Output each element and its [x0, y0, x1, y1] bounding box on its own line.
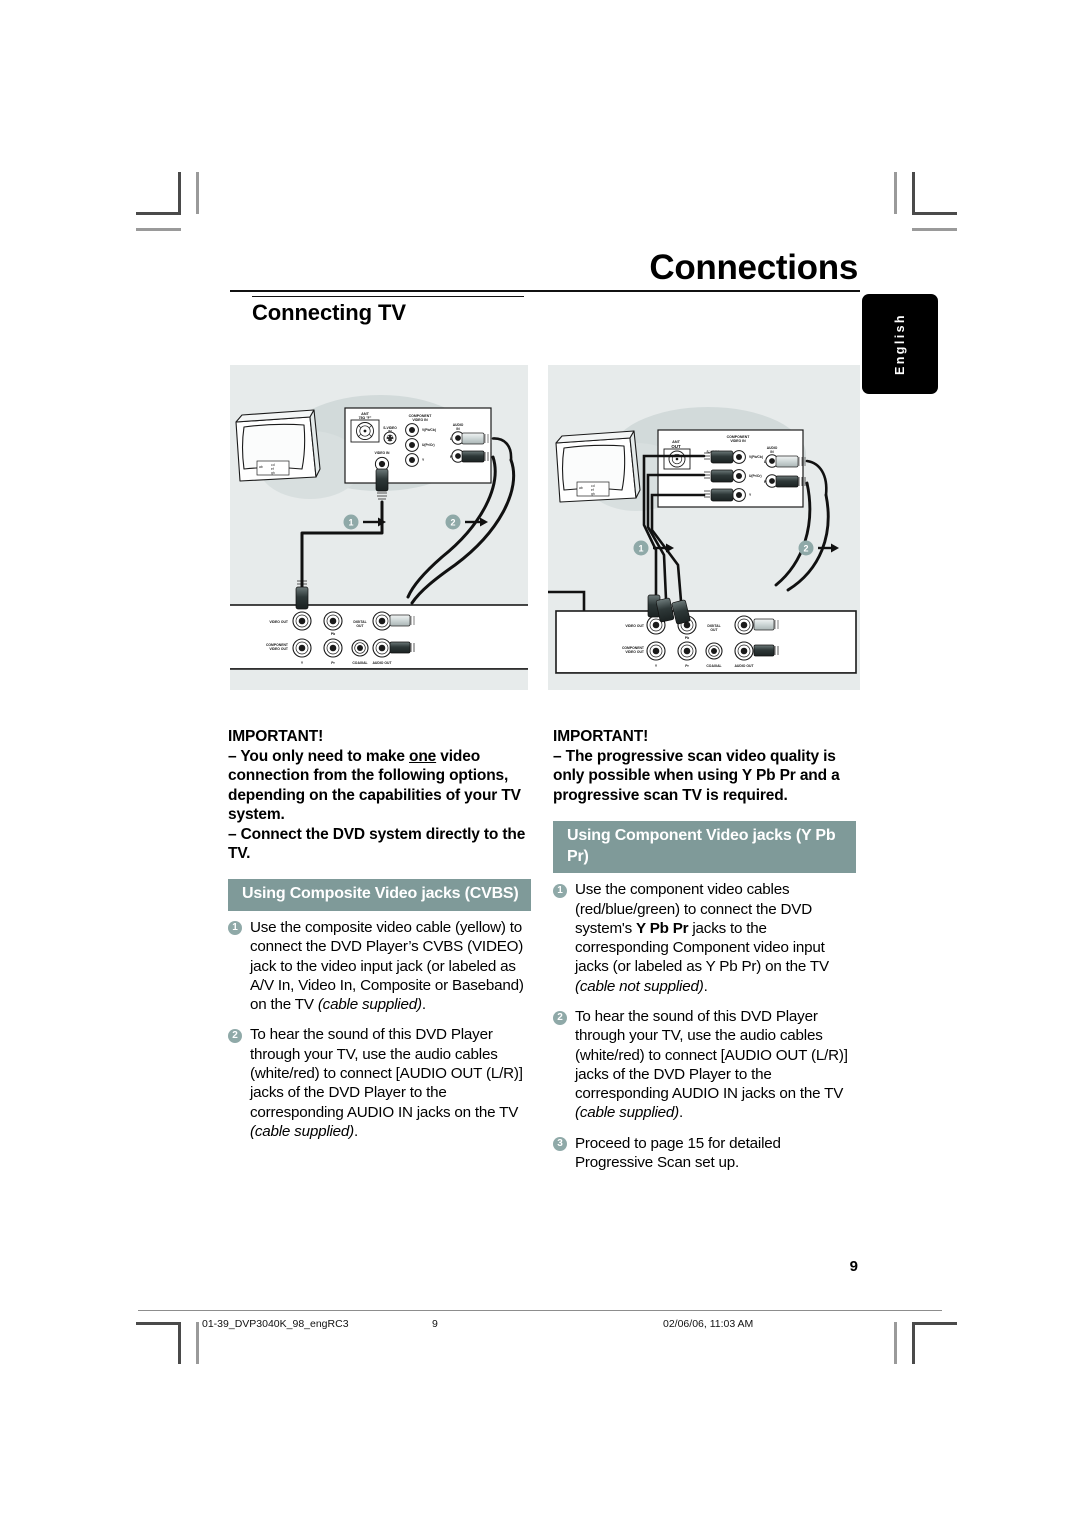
step-badge: 1	[553, 883, 567, 898]
list-item: 2 To hear the sound of this DVD Player t…	[228, 1025, 531, 1141]
section-rule	[252, 296, 524, 297]
step-badge: 2	[228, 1028, 242, 1043]
composite-video-connection-diagram: ab cd ef gh ANT 75Ω "F" S-VIDEO IN COMPO…	[230, 365, 528, 690]
svg-text:V(Pb/Cb): V(Pb/Cb)	[749, 455, 763, 459]
step-badge: 1	[228, 921, 242, 936]
crop-mark-top-right-vertical	[912, 172, 915, 214]
svg-text:R: R	[450, 455, 453, 459]
step-text: To hear the sound of this DVD Player thr…	[575, 1008, 848, 1122]
crop-mark-bottom-right-horizontal	[912, 1322, 957, 1325]
svg-text:COAXIAL: COAXIAL	[706, 664, 721, 668]
svg-text:ab: ab	[579, 486, 583, 490]
svg-text:AUDIO OUT: AUDIO OUT	[734, 664, 754, 668]
svg-text:gh: gh	[591, 492, 595, 496]
svg-text:2: 2	[803, 544, 808, 554]
crop-mark-top-right-bar-horizontal	[912, 228, 957, 231]
page-number: 9	[849, 1258, 858, 1275]
svg-text:VIDEO IN: VIDEO IN	[375, 451, 390, 455]
step-text: Use the component video cables (red/blue…	[575, 881, 829, 995]
steps-list-left: 1 Use the composite video cable (yellow)…	[228, 918, 531, 1141]
crop-mark-bottom-left-horizontal	[136, 1322, 181, 1325]
svg-text:VIDEO OUT: VIDEO OUT	[269, 620, 289, 624]
footer-rule	[138, 1310, 942, 1311]
svg-text:1: 1	[638, 544, 643, 554]
svg-text:Pb: Pb	[331, 632, 335, 636]
step-badge: 2	[553, 1010, 567, 1025]
section-bar-composite: Using Composite Video jacks (CVBS)	[228, 879, 531, 911]
important-line-left-2: – Connect the DVD system directly to the…	[228, 825, 526, 863]
svg-text:OUT: OUT	[710, 628, 718, 632]
list-item: 3 Proceed to page 15 for detailed Progre…	[553, 1134, 856, 1173]
svg-text:OUT: OUT	[356, 624, 364, 628]
language-tab: English	[862, 294, 938, 394]
svg-text:VIDEO OUT: VIDEO OUT	[269, 647, 289, 651]
crop-mark-top-left-bar-vertical	[196, 172, 199, 214]
chapter-title: Connections	[649, 248, 858, 287]
language-tab-label: English	[893, 313, 907, 375]
section-title: Connecting TV	[252, 300, 406, 325]
svg-text:VIDEO IN: VIDEO IN	[730, 439, 746, 443]
left-text-column: IMPORTANT! – You only need to make one v…	[228, 728, 531, 1152]
document-page: Connections Connecting TV English ab cd …	[0, 0, 1080, 1528]
important-heading-right: IMPORTANT!	[553, 728, 649, 745]
svg-text:2: 2	[450, 518, 455, 528]
list-item: 1 Use the composite video cable (yellow)…	[228, 918, 531, 1014]
svg-text:AUDIO OUT: AUDIO OUT	[372, 661, 392, 665]
crop-mark-top-right-horizontal	[912, 212, 957, 215]
footer-timestamp: 02/06/06, 11:03 AM	[663, 1318, 754, 1330]
section-bar-component: Using Component Video jacks (Y Pb Pr)	[553, 821, 856, 874]
footer-page: 9	[432, 1318, 438, 1330]
svg-text:gh: gh	[271, 471, 275, 475]
svg-text:OUT: OUT	[671, 444, 681, 449]
crop-mark-bottom-left-vertical	[178, 1322, 181, 1364]
step-text: To hear the sound of this DVD Player thr…	[250, 1026, 523, 1140]
crop-mark-bottom-right-bar-vertical	[894, 1322, 897, 1364]
component-video-connection-diagram: abcd efgh ANT OUT S-VIDEO COMPONENT VIDE…	[548, 365, 860, 690]
crop-mark-top-left-bar-horizontal	[136, 228, 181, 231]
list-item: 2 To hear the sound of this DVD Player t…	[553, 1007, 856, 1123]
important-line-left-1: – You only need to make one video connec…	[228, 748, 521, 824]
header-rule	[230, 290, 860, 292]
crop-mark-bottom-right-vertical	[912, 1322, 915, 1364]
steps-list-right: 1 Use the component video cables (red/bl…	[553, 880, 856, 1172]
svg-text:VIDEO IN: VIDEO IN	[412, 418, 428, 422]
svg-text:U(Pr/Cr): U(Pr/Cr)	[749, 474, 762, 478]
svg-text:75Ω "F": 75Ω "F"	[359, 416, 372, 420]
svg-text:1: 1	[348, 518, 353, 528]
svg-text:Pb: Pb	[685, 636, 689, 640]
svg-text:U(Pr/Cr): U(Pr/Cr)	[422, 443, 435, 447]
step-text: Use the composite video cable (yellow) t…	[250, 918, 524, 1014]
svg-text:COAXIAL: COAXIAL	[352, 661, 367, 665]
important-line-right-1: – The progressive scan video quality is …	[553, 748, 840, 804]
important-heading-left: IMPORTANT!	[228, 728, 324, 745]
crop-mark-top-left-vertical	[178, 172, 181, 214]
list-item: 1 Use the component video cables (red/bl…	[553, 880, 856, 996]
crop-mark-top-right-bar-vertical	[894, 172, 897, 214]
svg-text:VIDEO OUT: VIDEO OUT	[625, 624, 645, 628]
svg-text:V(Pb/Cb): V(Pb/Cb)	[422, 428, 436, 432]
crop-mark-bottom-left-bar-vertical	[196, 1322, 199, 1364]
footer-filename: 01-39_DVP3040K_98_engRC3	[202, 1318, 349, 1330]
right-text-column: IMPORTANT! – The progressive scan video …	[553, 728, 856, 1183]
crop-mark-top-left-horizontal	[136, 212, 181, 215]
svg-text:VIDEO OUT: VIDEO OUT	[625, 650, 645, 654]
svg-text:ab: ab	[259, 465, 263, 469]
step-badge: 3	[553, 1137, 567, 1152]
step-text: Proceed to page 15 for detailed Progress…	[575, 1134, 781, 1172]
svg-text:R: R	[764, 480, 767, 484]
